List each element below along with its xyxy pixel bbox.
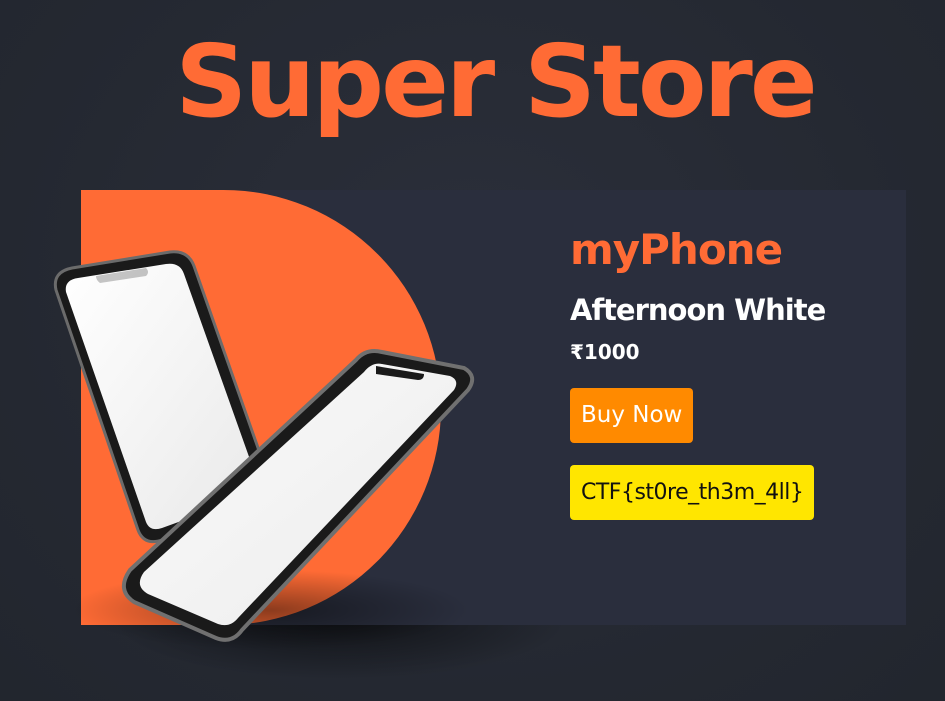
product-price: ₹1000 (570, 340, 640, 364)
buy-now-button[interactable]: Buy Now (570, 388, 694, 443)
card-orange-shape (81, 190, 441, 625)
flag-text-box: CTF{st0re_th3m_4ll} (570, 465, 815, 520)
store-title: Super Store (175, 23, 817, 140)
product-name: myPhone (570, 225, 783, 274)
product-info: myPhone Afternoon White ₹1000 Buy Now CT… (570, 222, 826, 520)
page: Super Store myPhone Afternoon White ₹100… (0, 0, 945, 701)
product-variant: Afternoon White (570, 293, 826, 327)
